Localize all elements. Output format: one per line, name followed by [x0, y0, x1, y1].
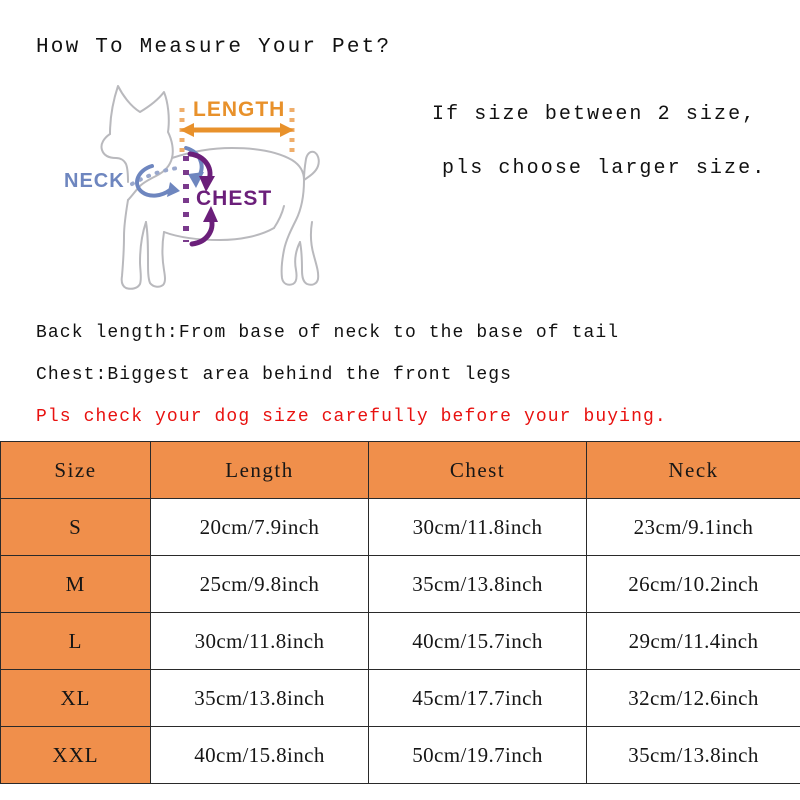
column-header-size: Size [0, 441, 151, 499]
size-chart-table: Size Length Chest Neck S 20cm/7.9inch 30… [0, 441, 800, 784]
cell-length: 20cm/7.9inch [150, 498, 369, 556]
length-label: LENGTH [193, 98, 285, 121]
cell-chest: 30cm/11.8inch [368, 498, 587, 556]
table-row: S 20cm/7.9inch 30cm/11.8inch 23cm/9.1inc… [0, 498, 800, 556]
note-line-1: If size between 2 size, [432, 103, 757, 126]
cell-size: XL [0, 669, 151, 727]
cell-neck: 26cm/10.2inch [586, 555, 800, 613]
cell-size: XXL [0, 726, 151, 784]
table-row: M 25cm/9.8inch 35cm/13.8inch 26cm/10.2in… [0, 555, 800, 613]
column-header-neck: Neck [586, 441, 800, 499]
neck-arrowhead-icon [167, 182, 180, 197]
table-header-row: Size Length Chest Neck [0, 441, 800, 499]
cell-neck: 29cm/11.4inch [586, 612, 800, 670]
cell-size: S [0, 498, 151, 556]
neck-label: NECK [64, 170, 125, 192]
cell-chest: 45cm/17.7inch [368, 669, 587, 727]
page-title: How To Measure Your Pet? [36, 36, 392, 59]
column-header-length: Length [150, 441, 369, 499]
cell-length: 25cm/9.8inch [150, 555, 369, 613]
measurement-diagram: NECK CHEST LENGTH [60, 72, 405, 307]
measurement-descriptions: Back length:From base of neck to the bas… [36, 312, 776, 438]
cell-chest: 35cm/13.8inch [368, 555, 587, 613]
cell-chest: 50cm/19.7inch [368, 726, 587, 784]
table-row: XL 35cm/13.8inch 45cm/17.7inch 32cm/12.6… [0, 669, 800, 727]
warning-text: Pls check your dog size carefully before… [36, 407, 667, 427]
table-row: L 30cm/11.8inch 40cm/15.7inch 29cm/11.4i… [0, 612, 800, 670]
cell-neck: 32cm/12.6inch [586, 669, 800, 727]
description-back-length: Back length:From base of neck to the bas… [36, 323, 620, 343]
length-arrow-icon [180, 123, 294, 137]
cell-length: 30cm/11.8inch [150, 612, 369, 670]
description-chest: Chest:Biggest area behind the front legs [36, 365, 513, 385]
note-line-2: pls choose larger size. [442, 157, 767, 180]
cell-neck: 23cm/9.1inch [586, 498, 800, 556]
column-header-chest: Chest [368, 441, 587, 499]
table-row: XXL 40cm/15.8inch 50cm/19.7inch 35cm/13.… [0, 726, 800, 784]
cell-size: M [0, 555, 151, 613]
cell-neck: 35cm/13.8inch [586, 726, 800, 784]
cell-chest: 40cm/15.7inch [368, 612, 587, 670]
cell-size: L [0, 612, 151, 670]
cell-length: 35cm/13.8inch [150, 669, 369, 727]
cell-length: 40cm/15.8inch [150, 726, 369, 784]
chest-label: CHEST [196, 187, 272, 210]
size-advice-note: If size between 2 size, pls choose large… [432, 88, 792, 196]
